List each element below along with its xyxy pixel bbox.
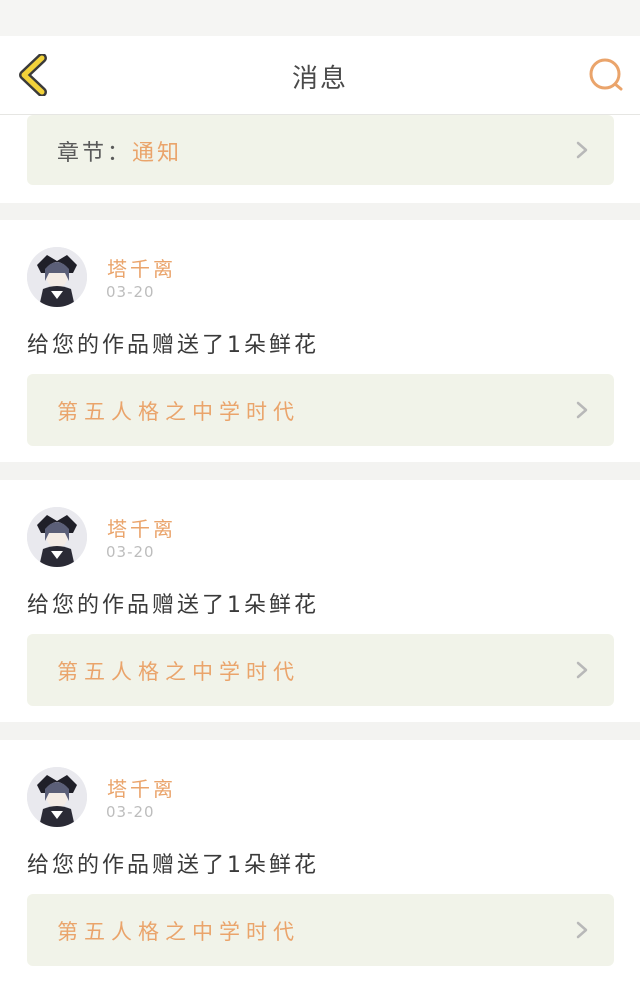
message-date: 03-20	[106, 543, 155, 561]
chapter-link[interactable]: 章节：通知	[27, 115, 614, 185]
message-card: 塔千离 03-20 给您的作品赠送了1朵鲜花 第五人格之中学时代	[0, 480, 640, 722]
work-title: 第五人格之中学时代	[57, 400, 300, 424]
chapter-label: 章节：通知	[57, 141, 183, 166]
top-nav-bar: 消息	[0, 36, 640, 115]
message-date: 03-20	[106, 803, 155, 821]
avatar[interactable]	[27, 767, 87, 827]
chevron-right-icon	[576, 921, 588, 939]
work-link[interactable]: 第五人格之中学时代	[27, 634, 614, 706]
search-icon	[589, 58, 623, 91]
chevron-right-icon	[576, 141, 588, 159]
message-card: 塔千离 03-20 给您的作品赠送了1朵鲜花 第五人格之中学时代	[0, 740, 640, 985]
work-title: 第五人格之中学时代	[57, 920, 300, 944]
search-button[interactable]	[588, 56, 626, 94]
username[interactable]: 塔千离	[107, 253, 176, 282]
chevron-right-icon	[576, 661, 588, 679]
message-date: 03-20	[106, 283, 155, 301]
chapter-card: 章节：通知	[0, 115, 640, 203]
avatar[interactable]	[27, 247, 87, 307]
work-title: 第五人格之中学时代	[57, 660, 300, 684]
page-title: 消息	[291, 64, 348, 94]
work-link[interactable]: 第五人格之中学时代	[27, 374, 614, 446]
message-text: 给您的作品赠送了1朵鲜花	[27, 333, 319, 358]
message-text: 给您的作品赠送了1朵鲜花	[27, 853, 319, 878]
avatar[interactable]	[27, 507, 87, 567]
status-strip	[0, 0, 640, 36]
message-card: 塔千离 03-20 给您的作品赠送了1朵鲜花 第五人格之中学时代	[0, 220, 640, 462]
username[interactable]: 塔千离	[107, 773, 176, 802]
username[interactable]: 塔千离	[107, 513, 176, 542]
chevron-right-icon	[576, 401, 588, 419]
message-text: 给您的作品赠送了1朵鲜花	[27, 593, 319, 618]
chapter-value: 通知	[132, 141, 183, 166]
work-link[interactable]: 第五人格之中学时代	[27, 894, 614, 966]
